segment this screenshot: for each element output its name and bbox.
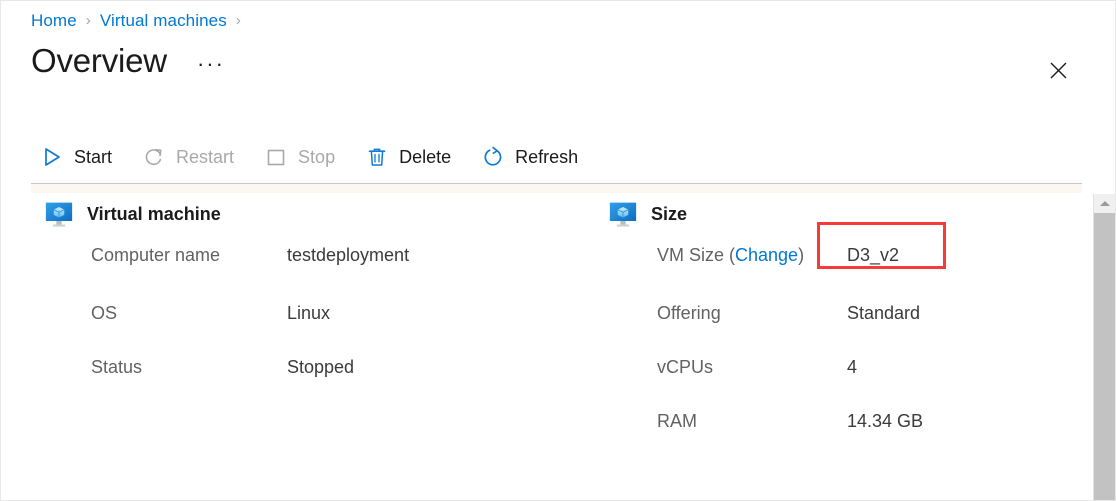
delete-button[interactable]: Delete — [356, 138, 461, 176]
value-vm-size: D3_v2 — [847, 245, 900, 265]
section-virtual-machine-title: Virtual machine — [87, 203, 221, 224]
label-vm-size-suffix: ) — [798, 245, 805, 265]
close-icon — [1050, 62, 1066, 78]
value-computer-name: testdeployment — [287, 245, 410, 265]
value-vm-size-wrapper: D3_v2 — [817, 222, 946, 269]
row-os: OS Linux — [45, 303, 565, 357]
label-computer-name: Computer name — [91, 245, 221, 265]
virtual-machine-icon — [609, 202, 637, 227]
section-size-title: Size — [651, 203, 688, 224]
page-title: Overview — [31, 42, 167, 79]
label-os: OS — [91, 303, 118, 323]
virtual-machine-icon — [45, 202, 73, 227]
section-virtual-machine: Virtual machine Computer name testdeploy… — [45, 197, 565, 411]
label-vm-size-prefix: VM Size ( — [657, 245, 736, 265]
restart-button-label: Restart — [176, 146, 235, 167]
start-button[interactable]: Start — [31, 138, 122, 176]
change-vm-size-link[interactable]: Change — [735, 245, 798, 265]
chevron-up-icon — [1099, 201, 1110, 206]
row-vcpus: vCPUs 4 — [609, 357, 1079, 411]
row-offering: Offering Standard — [609, 303, 1079, 357]
stop-button-label: Stop — [298, 146, 336, 167]
label-ram: RAM — [657, 411, 697, 431]
label-offering: Offering — [657, 303, 721, 323]
refresh-button[interactable]: Refresh — [472, 138, 588, 176]
value-offering: Standard — [847, 303, 921, 323]
label-vcpus: vCPUs — [657, 357, 714, 377]
restart-icon — [141, 144, 167, 170]
row-computer-name: Computer name testdeployment — [45, 245, 565, 303]
value-status: Stopped — [287, 357, 355, 377]
more-options-icon[interactable]: ··· — [193, 51, 229, 77]
scrollbar-up-button[interactable] — [1094, 194, 1115, 213]
row-ram: RAM 14.34 GB — [609, 411, 1079, 465]
section-size-header: Size — [609, 197, 1079, 231]
start-button-label: Start — [74, 146, 113, 167]
row-vm-size: VM Size (Change) D3_v2 — [609, 222, 1079, 303]
overview-content: Virtual machine Computer name testdeploy… — [1, 197, 1093, 500]
label-status: Status — [91, 357, 143, 377]
azure-portal-blade: Home › Virtual machines › Overview ··· S… — [0, 0, 1116, 501]
breadcrumb-item-virtual-machines[interactable]: Virtual machines — [100, 11, 227, 31]
section-virtual-machine-header: Virtual machine — [45, 197, 565, 231]
refresh-icon — [480, 144, 506, 170]
label-vm-size: VM Size (Change) — [609, 245, 847, 266]
page-title-row: Overview ··· — [31, 44, 229, 77]
delete-button-label: Delete — [399, 146, 452, 167]
breadcrumb-item-home[interactable]: Home — [31, 11, 77, 31]
scrollbar-thumb[interactable] — [1094, 213, 1115, 500]
command-bar-accent-band — [31, 184, 1082, 193]
close-button[interactable] — [1041, 53, 1075, 87]
breadcrumb-separator-icon: › — [85, 11, 91, 29]
value-vcpus: 4 — [847, 357, 858, 377]
command-bar: Start Restart Stop Delete Refresh — [31, 137, 599, 177]
stop-button[interactable]: Stop — [255, 138, 345, 176]
refresh-button-label: Refresh — [515, 146, 579, 167]
stop-icon — [263, 144, 289, 170]
content-scrollbar[interactable] — [1093, 194, 1115, 500]
row-status: Status Stopped — [45, 357, 565, 411]
trash-icon — [364, 144, 390, 170]
breadcrumb-separator-icon: › — [235, 11, 241, 29]
play-icon — [39, 144, 65, 170]
section-size: Size VM Size (Change) D3_v2 Offering Sta… — [609, 197, 1079, 465]
value-ram: 14.34 GB — [847, 411, 924, 431]
breadcrumb: Home › Virtual machines › — [31, 9, 250, 33]
value-os: Linux — [287, 303, 331, 323]
restart-button[interactable]: Restart — [133, 138, 244, 176]
